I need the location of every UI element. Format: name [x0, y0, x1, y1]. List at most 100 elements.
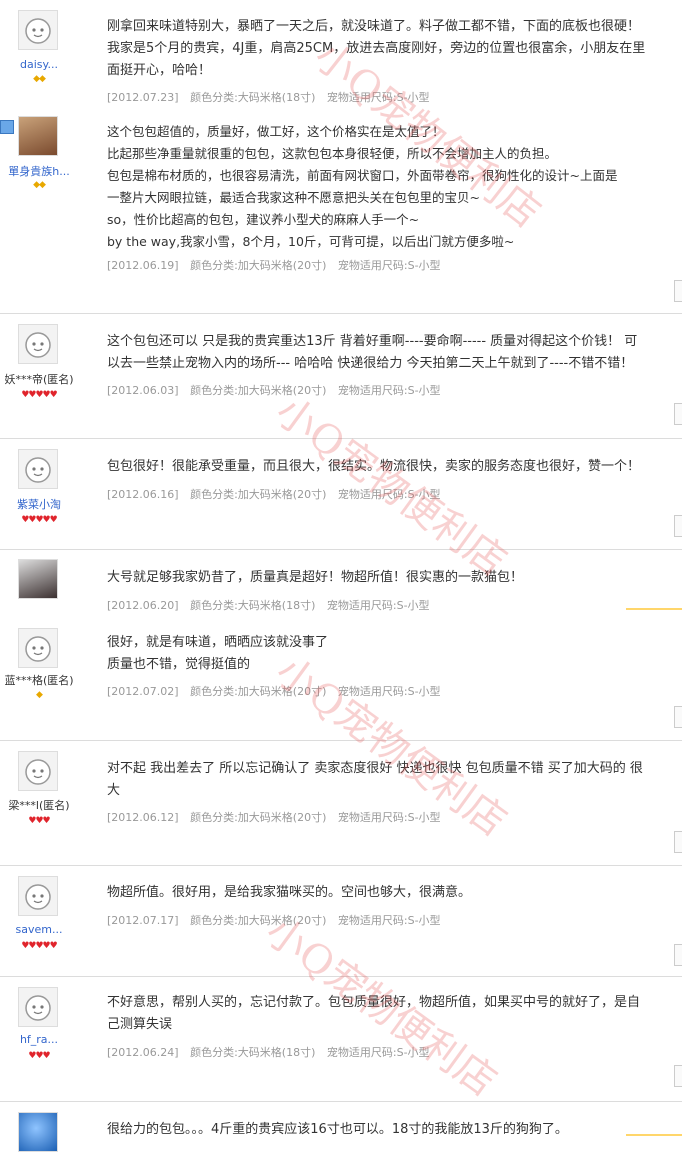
color-category: 颜色分类:加大码米格(20寸): [190, 488, 327, 501]
pet-size: 宠物适用尺码:S-小型: [337, 685, 441, 698]
avatar[interactable]: [18, 10, 58, 50]
review-line: 物超所值。很好用，是给我家猫咪买的。空间也够大，很满意。: [107, 885, 472, 900]
avatar[interactable]: [18, 559, 58, 599]
review-meta: [2012.06.16] 颜色分类:加大码米格(20寸) 宠物适用尺码:S-小型: [107, 486, 449, 502]
review-meta: [2012.06.20] 颜色分类:大码米格(18寸) 宠物适用尺码:S-小型: [107, 597, 438, 613]
review-line: 以去一些禁止宠物入内的场所--- 哈哈哈 快递很给力 今天拍第二天上午就到了--…: [107, 356, 634, 371]
review-line: 质量也不错，觉得挺值的: [107, 657, 251, 672]
pet-size: 宠物适用尺码:S-小型: [326, 599, 430, 612]
review-text: 这个包包还可以 只是我的贵宾重达13斤 背着好重啊----要命啊----- 质量…: [107, 331, 677, 375]
review-text: 包包很好！很能承受重量，而且很大，很结实。物流很快，卖家的服务态度也很好，赞一个…: [107, 456, 677, 478]
username[interactable]: 紫菜小淘: [0, 496, 78, 512]
highlight-line: [626, 1134, 682, 1136]
review-meta: [2012.06.24] 颜色分类:大码米格(18寸) 宠物适用尺码:S-小型: [107, 1044, 438, 1060]
username[interactable]: savem...: [0, 923, 78, 936]
review-meta: [2012.06.03] 颜色分类:加大码米格(20寸) 宠物适用尺码:S-小型: [107, 382, 449, 398]
review-date: [2012.06.20]: [107, 599, 179, 612]
review-line: 对不起 我出差去了 所以忘记确认了 卖家态度很好 快递也很快 包包质量不错 买了…: [107, 761, 643, 776]
default-avatar-icon: [25, 884, 51, 910]
review-line: 己测算失误: [107, 1017, 173, 1032]
review-meta: [2012.07.02] 颜色分类:加大码米格(20寸) 宠物适用尺码:S-小型: [107, 683, 449, 699]
default-avatar-icon: [25, 759, 51, 785]
pet-size: 宠物适用尺码:S-小型: [337, 811, 441, 824]
review-item: savem... ♥♥♥♥♥ 物超所值。很好用，是给我家猫咪买的。空间也够大，很…: [0, 866, 682, 976]
review-line: 不好意思，帮别人买的，忘记付款了。包包质量很好，物超所值，如果买中号的就好了，是…: [107, 995, 641, 1010]
review-item: 單身貴族h... ◆◆ 这个包包超值的，质量好，做工好，这个价格实在是太值了！ …: [0, 112, 682, 312]
reply-button[interactable]: [674, 944, 682, 966]
rank-badge: ♥♥♥♥♥: [21, 515, 57, 525]
review-item: 蓝***格(匿名) ◆ 很好，就是有味道，晒晒应该就没事了 质量也不错，觉得挺值…: [0, 620, 682, 740]
reply-button[interactable]: [674, 280, 682, 302]
highlight-line: [626, 608, 682, 610]
review-line: 这个包包超值的，质量好，做工好，这个价格实在是太值了！: [107, 124, 445, 139]
color-category: 颜色分类:加大码米格(20寸): [190, 259, 327, 272]
review-meta: [2012.06.19] 颜色分类:加大码米格(20寸) 宠物适用尺码:S-小型: [107, 257, 449, 273]
avatar[interactable]: [18, 324, 58, 364]
default-avatar-icon: [25, 332, 51, 358]
review-text: 不好意思，帮别人买的，忘记付款了。包包质量很好，物超所值，如果买中号的就好了，是…: [107, 992, 677, 1036]
review-meta: [2012.07.17] 颜色分类:加大码米格(20寸) 宠物适用尺码:S-小型: [107, 912, 449, 928]
pet-size: 宠物适用尺码:S-小型: [337, 259, 441, 272]
review-meta: [2012.07.23] 颜色分类:大码米格(18寸) 宠物适用尺码:S-小型: [107, 89, 438, 105]
avatar[interactable]: [18, 628, 58, 668]
review-text: 物超所值。很好用，是给我家猫咪买的。空间也够大，很满意。: [107, 882, 677, 904]
review-line: 大: [107, 783, 121, 798]
default-avatar-icon: [25, 457, 51, 483]
review-item: 紫菜小淘 ♥♥♥♥♥ 包包很好！很能承受重量，而且很大，很结实。物流很快，卖家的…: [0, 439, 682, 549]
avatar[interactable]: [18, 987, 58, 1027]
review-line: 大号就足够我家奶昔了，质量真是超好！物超所值！很实惠的一款猫包！: [107, 570, 524, 585]
review-date: [2012.06.24]: [107, 1046, 179, 1059]
username[interactable]: 單身貴族h...: [0, 163, 78, 179]
color-category: 颜色分类:加大码米格(20寸): [190, 811, 327, 824]
rank-badge: ♥♥♥: [28, 1051, 50, 1061]
review-item: hf_ra... ♥♥♥ 不好意思，帮别人买的，忘记付款了。包包质量很好，物超所…: [0, 977, 682, 1101]
avatar[interactable]: [18, 449, 58, 489]
color-category: 颜色分类:大码米格(18寸): [190, 599, 316, 612]
username[interactable]: 妖***帝(匿名): [0, 371, 78, 387]
review-text: 这个包包超值的，质量好，做工好，这个价格实在是太值了！ 比起那些净重量就很重的包…: [107, 121, 677, 253]
pet-size: 宠物适用尺码:S-小型: [337, 384, 441, 397]
rank-badge: ◆: [36, 690, 43, 700]
review-line: 包包是棉布材质的，也很容易清洗，前面有网状窗口，外面带卷帘，很狗性化的设计~上面…: [107, 168, 618, 183]
pet-size: 宠物适用尺码:S-小型: [337, 488, 441, 501]
review-text: 对不起 我出差去了 所以忘记确认了 卖家态度很好 快递也很快 包包质量不错 买了…: [107, 758, 677, 802]
review-text: 大号就足够我家奶昔了，质量真是超好！物超所值！很实惠的一款猫包！: [107, 567, 677, 589]
review-date: [2012.07.17]: [107, 914, 179, 927]
rank-badge: ◆◆: [33, 74, 46, 84]
username[interactable]: daisy...: [0, 58, 78, 71]
review-date: [2012.07.02]: [107, 685, 179, 698]
review-line: 我家是5个月的贵宾，4J重，肩高25CM，放进去高度刚好，旁边的位置也很富余，小…: [107, 41, 646, 56]
avatar[interactable]: [18, 1112, 58, 1152]
review-date: [2012.06.16]: [107, 488, 179, 501]
reply-button[interactable]: [674, 831, 682, 853]
review-meta: [2012.06.12] 颜色分类:加大码米格(20寸) 宠物适用尺码:S-小型: [107, 809, 449, 825]
reply-button[interactable]: [674, 515, 682, 537]
username[interactable]: 梁***l(匿名): [0, 797, 78, 813]
avatar[interactable]: [18, 116, 58, 156]
username[interactable]: hf_ra...: [0, 1033, 78, 1046]
reply-button[interactable]: [674, 403, 682, 425]
rank-badge: ♥♥♥♥♥: [21, 941, 57, 951]
review-line: 比起那些净重量就很重的包包，这款包包本身很轻便，所以不会增加主人的负担。: [107, 146, 558, 161]
pet-size: 宠物适用尺码:S-小型: [326, 91, 430, 104]
reply-button[interactable]: [674, 1065, 682, 1087]
avatar[interactable]: [18, 751, 58, 791]
avatar[interactable]: [18, 876, 58, 916]
review-line: 一整片大网眼拉链，最适合我家这种不愿意把头关在包包里的宝贝~: [107, 190, 480, 205]
review-line: 面挺开心，哈哈！: [107, 63, 212, 78]
review-date: [2012.06.19]: [107, 259, 179, 272]
username[interactable]: 蓝***格(匿名): [0, 672, 78, 688]
rank-badge: ♥♥♥: [28, 816, 50, 826]
reply-button[interactable]: [674, 706, 682, 728]
review-item: 梁***l(匿名) ♥♥♥ 对不起 我出差去了 所以忘记确认了 卖家态度很好 快…: [0, 741, 682, 865]
default-avatar-icon: [25, 636, 51, 662]
color-category: 颜色分类:大码米格(18寸): [190, 1046, 316, 1059]
review-text: 很给力的包包。。。4斤重的贵宾应该16寸也可以。18寸的我能放13斤的狗狗了。: [107, 1119, 677, 1141]
review-item: 妖***帝(匿名) ♥♥♥♥♥ 这个包包还可以 只是我的贵宾重达13斤 背着好重…: [0, 314, 682, 438]
color-category: 颜色分类:加大码米格(20寸): [190, 384, 327, 397]
review-line: by the way,我家小雪，8个月，10斤，可背可提，以后出门就方便多啦~: [107, 234, 515, 249]
share-icon[interactable]: [0, 120, 14, 134]
review-line: 刚拿回来味道特别大，暴晒了一天之后，就没味道了。料子做工都不错，下面的底板也很硬…: [107, 19, 641, 34]
review-line: 包包很好！很能承受重量，而且很大，很结实。物流很快，卖家的服务态度也很好，赞一个…: [107, 459, 641, 474]
review-item: 很给力的包包。。。4斤重的贵宾应该16寸也可以。18寸的我能放13斤的狗狗了。: [0, 1102, 682, 1154]
